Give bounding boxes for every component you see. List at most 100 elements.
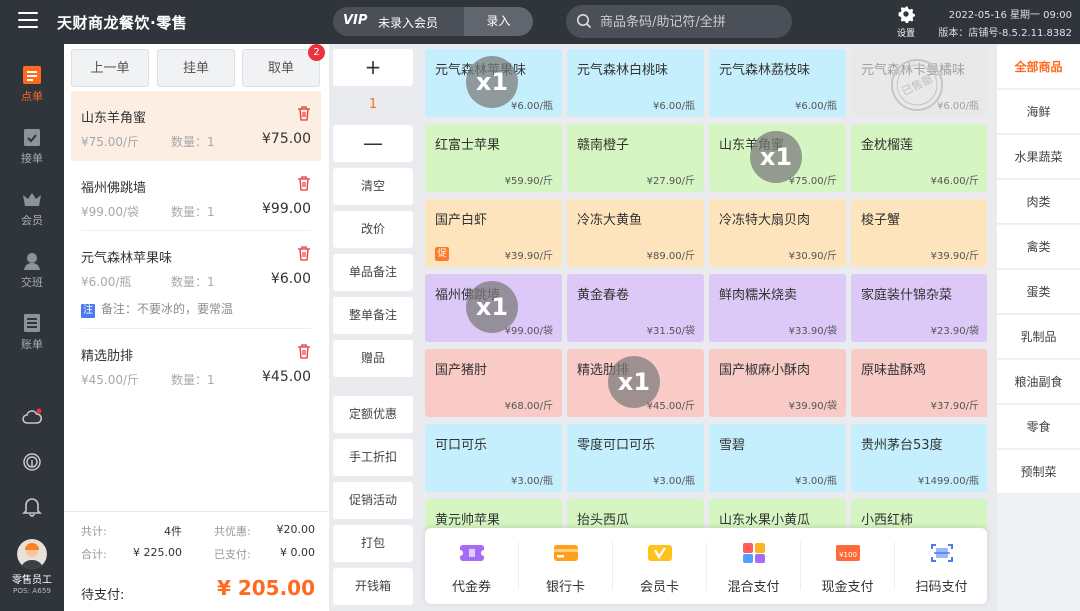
pay-cash-button[interactable]: ¥100 现金支付 (801, 528, 894, 604)
manual-discount-button[interactable]: 手工折扣 (333, 439, 413, 476)
product-price: ¥39.90/斤 (504, 251, 553, 262)
product-card[interactable]: 家庭装什锦杂菜 ¥23.90/袋 (851, 274, 987, 342)
order-item[interactable]: 山东羊角蜜 ¥75.00/斤 数量：1 ¥75.00 (71, 91, 321, 161)
hold-order-button[interactable]: 挂单 (157, 49, 235, 87)
product-card[interactable]: 冷冻特大扇贝肉 ¥30.90/斤 (709, 199, 846, 267)
category-item[interactable]: 水果蔬菜 (997, 135, 1080, 179)
bell-icon[interactable] (21, 495, 43, 517)
category-item[interactable]: 禽类 (997, 225, 1080, 269)
trash-icon[interactable] (297, 176, 311, 191)
trash-icon[interactable] (297, 246, 311, 261)
order-actions: 上一单 挂单 取单 2 (71, 44, 325, 87)
category-item[interactable]: 预制菜 (997, 450, 1080, 494)
promotion-button[interactable]: 促销活动 (333, 482, 413, 519)
product-price: ¥6.00/瓶 (653, 101, 695, 112)
category-item[interactable]: 全部商品 (997, 45, 1080, 89)
member-entry[interactable]: VIP 未录入会员 录入 (333, 7, 533, 36)
product-card[interactable]: 元气森林苹果味¥6.00/瓶x1 (425, 49, 562, 117)
selected-count-badge: x1 (750, 131, 802, 183)
order-item[interactable]: 精选肋排 ¥45.00/斤 数量：1 ¥45.00 (71, 329, 321, 399)
pay-bank-card-button[interactable]: 银行卡 (519, 528, 612, 604)
product-card[interactable]: 国产猪肘 ¥68.00/斤 (425, 349, 562, 417)
nav-item-order[interactable]: 点单 (0, 64, 64, 104)
item-note-button[interactable]: 单品备注 (333, 254, 413, 291)
product-card[interactable]: 元气森林白桃味 ¥6.00/瓶 (567, 49, 704, 117)
cash-pay-icon: ¥100 (835, 545, 860, 561)
product-card[interactable]: 元气森林荔枝味 ¥6.00/瓶 (709, 49, 846, 117)
open-drawer-button[interactable]: 开钱箱 (333, 568, 413, 605)
category-item[interactable]: 海鲜 (997, 90, 1080, 134)
search-input[interactable] (600, 12, 780, 32)
pay-voucher-button[interactable]: 代金券 (425, 528, 518, 604)
category-item[interactable]: 蛋类 (997, 270, 1080, 314)
change-price-button[interactable]: 改价 (333, 211, 413, 248)
retrieve-order-button[interactable]: 取单 2 (242, 44, 325, 87)
order-item-qty: 数量：1 (171, 135, 215, 149)
selected-count-badge: x1 (608, 356, 660, 408)
member-status: 未录入会员 (378, 16, 439, 30)
cloud-sync-icon[interactable] (21, 407, 43, 429)
prev-order-button[interactable]: 上一单 (71, 49, 149, 87)
pack-button[interactable]: 打包 (333, 525, 413, 562)
trash-icon[interactable] (297, 106, 311, 121)
pay-label: 扫码支付 (915, 580, 968, 595)
menu-icon[interactable] (18, 12, 38, 32)
product-card[interactable]: 赣南橙子 ¥27.90/斤 (567, 124, 704, 192)
product-card[interactable]: 国产椒麻小酥肉 ¥39.90/袋 (709, 349, 846, 417)
product-card[interactable]: 国产白虾 ¥39.90/斤 促 (425, 199, 562, 267)
enter-member-button[interactable]: 录入 (464, 7, 533, 36)
category-item[interactable]: 零食 (997, 405, 1080, 449)
product-card[interactable]: 雪碧 ¥3.00/瓶 (709, 424, 846, 492)
search-bar[interactable] (566, 5, 792, 38)
order-list: 山东羊角蜜 ¥75.00/斤 数量：1 ¥75.00 福州佛跳墙 ¥99.00/… (71, 91, 321, 399)
product-price: ¥39.90/斤 (930, 251, 979, 262)
product-card[interactable]: 福州佛跳墙¥99.00/袋x1 (425, 274, 562, 342)
order-item-unit-price: ¥45.00/斤 (81, 373, 140, 387)
product-card[interactable]: 山东羊角蜜¥75.00/斤x1 (709, 124, 846, 192)
qty-minus-button[interactable]: — (333, 125, 413, 162)
settings-button[interactable]: 设置 (893, 5, 919, 39)
pay-label: 混合支付 (727, 580, 780, 595)
order-item[interactable]: 元气森林苹果味 ¥6.00/瓶 数量：1 ¥6.00 注备注：不要冰的，要常温 (71, 231, 321, 329)
category-item[interactable]: 肉类 (997, 180, 1080, 224)
order-icon (23, 66, 41, 84)
pay-scan-button[interactable]: 扫码支付 (895, 528, 988, 604)
top-bar: 天财商龙餐饮·零售 VIP 未录入会员 录入 设置 2022-05-16 星期一… (0, 0, 1080, 44)
product-card[interactable]: 冷冻大黄鱼 ¥89.00/斤 (567, 199, 704, 267)
gift-button[interactable]: 赠品 (333, 340, 413, 377)
product-card[interactable]: 精选肋排 ¥45.00/斤 x1 (567, 349, 704, 417)
product-card[interactable]: 黄金春卷 ¥31.50/袋 (567, 274, 704, 342)
clear-button[interactable]: 清空 (333, 168, 413, 205)
product-card[interactable]: 零度可口可乐 ¥3.00/瓶 (567, 424, 704, 492)
order-note-button[interactable]: 整单备注 (333, 297, 413, 334)
order-item-unit-price: ¥6.00/瓶 (81, 275, 132, 289)
qty-plus-button[interactable]: + (333, 49, 413, 86)
pay-member-card-button[interactable]: 会员卡 (613, 528, 706, 604)
product-card[interactable]: 贵州茅台53度 ¥1499.00/瓶 (851, 424, 987, 492)
order-item[interactable]: 福州佛跳墙 ¥99.00/袋 数量：1 ¥99.00 (71, 161, 321, 231)
nav-label-receive: 接单 (21, 152, 43, 165)
product-price: ¥3.00/瓶 (511, 476, 553, 487)
nav-item-receive[interactable]: 接单 (0, 126, 64, 166)
pay-mixed-button[interactable]: 混合支付 (707, 528, 800, 604)
nav-item-shift[interactable]: 交班 (0, 250, 64, 290)
product-card[interactable]: 原味盐酥鸡 ¥37.90/斤 (851, 349, 987, 417)
product-name: 小西红柿 (861, 513, 914, 528)
nav-label-order: 点单 (21, 90, 43, 103)
fingerprint-icon[interactable] (21, 451, 43, 473)
nav-item-bill[interactable]: 账单 (0, 312, 64, 352)
product-card[interactable]: 金枕榴莲 ¥46.00/斤 (851, 124, 987, 192)
product-card[interactable]: 梭子蟹 ¥39.90/斤 (851, 199, 987, 267)
trash-icon[interactable] (297, 344, 311, 359)
nav-item-member[interactable]: 会员 (0, 188, 64, 228)
product-name: 抬头西瓜 (577, 513, 630, 528)
product-card[interactable]: 可口可乐 ¥3.00/瓶 (425, 424, 562, 492)
category-item[interactable]: 粮油副食 (997, 360, 1080, 404)
category-item[interactable]: 乳制品 (997, 315, 1080, 359)
product-name: 原味盐酥鸡 (861, 363, 927, 378)
product-card[interactable]: 鲜肉糯米烧卖 ¥33.90/袋 (709, 274, 846, 342)
product-card[interactable]: 元气森林卡曼橘味 ¥6.00/瓶 已售罄 (851, 49, 987, 117)
fixed-discount-button[interactable]: 定额优惠 (333, 396, 413, 433)
staff-profile[interactable]: 零售员工 POS: A659 (0, 539, 64, 595)
product-card[interactable]: 红富士苹果 ¥59.90/斤 (425, 124, 562, 192)
